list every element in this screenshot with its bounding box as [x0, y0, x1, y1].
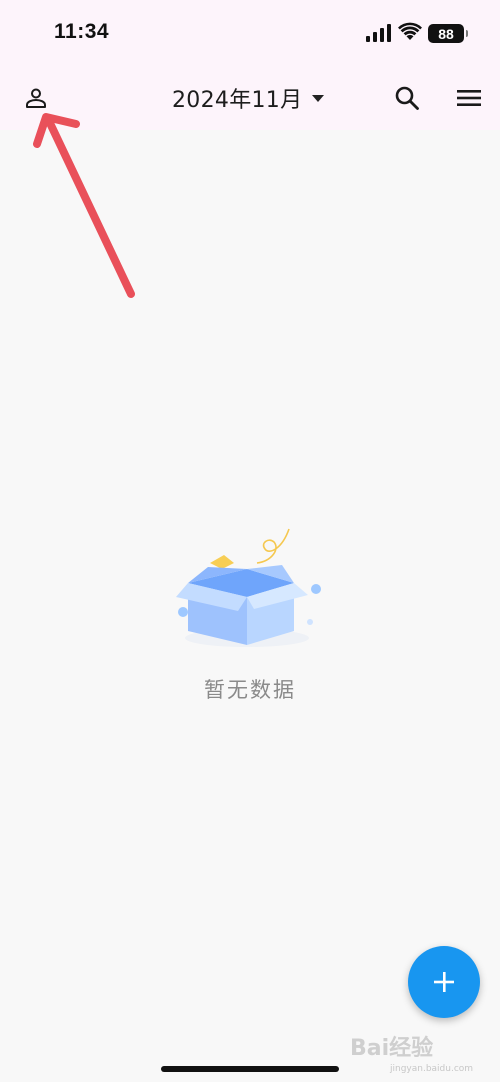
search-icon	[395, 86, 419, 110]
battery-icon: 88	[428, 24, 468, 43]
person-icon	[26, 88, 46, 108]
month-label: 2024年11月	[172, 88, 303, 113]
caret-down-icon	[312, 94, 325, 102]
search-button[interactable]	[389, 80, 425, 116]
menu-button[interactable]	[451, 80, 487, 116]
battery-tip	[466, 30, 468, 37]
month-selector[interactable]: 2024年11月	[172, 82, 325, 114]
menu-icon	[457, 90, 481, 106]
cellular-signal-icon	[366, 24, 391, 42]
empty-box-illustration	[176, 528, 321, 647]
profile-button[interactable]	[18, 80, 54, 116]
status-bar: 11:34 88	[0, 0, 500, 66]
battery-level: 88	[438, 25, 454, 42]
add-record-button[interactable]	[408, 946, 480, 1018]
plus-icon	[434, 972, 454, 992]
watermark-url: jingyan.baidu.com	[390, 1064, 474, 1074]
watermark: Bai经验	[350, 1036, 434, 1061]
wifi-icon	[398, 22, 422, 40]
app-bar: 2024年11月	[0, 66, 500, 130]
home-indicator[interactable]	[161, 1066, 339, 1072]
empty-state-text: 暂无数据	[204, 678, 296, 702]
status-time: 11:34	[54, 20, 110, 43]
